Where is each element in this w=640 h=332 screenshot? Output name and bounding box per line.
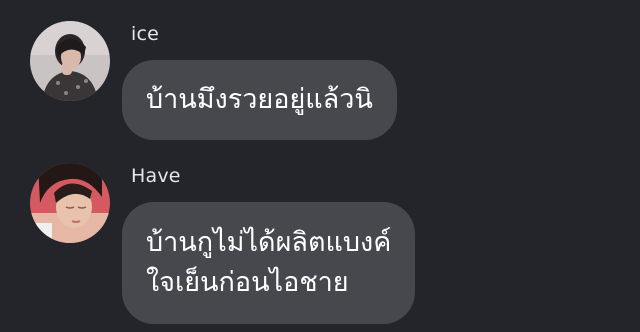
chat-thread: ice บ้านมึงรวยอยู่แล้วนิ Have บ้านกูไม่ไ… [0, 0, 640, 332]
sender-name: ice [131, 23, 160, 45]
user-avatar-ice-icon [30, 21, 110, 101]
message-bubble[interactable]: บ้านมึงรวยอยู่แล้วนิ [122, 60, 397, 140]
message-bubble[interactable]: บ้านกูไม่ได้ผลิตแบงค์ ใจเย็นก่อนไอชาย [122, 202, 416, 324]
message-text-line-1: บ้านกูไม่ได้ผลิตแบงค์ [146, 227, 392, 258]
avatar[interactable] [30, 21, 110, 101]
message-text-line-2: ใจเย็นก่อนไอชาย [146, 267, 349, 298]
user-avatar-have-icon [30, 163, 110, 243]
avatar[interactable] [30, 163, 110, 243]
sender-name: Have [131, 165, 181, 187]
message-text: บ้านมึงรวยอยู่แล้วนิ [146, 84, 373, 115]
